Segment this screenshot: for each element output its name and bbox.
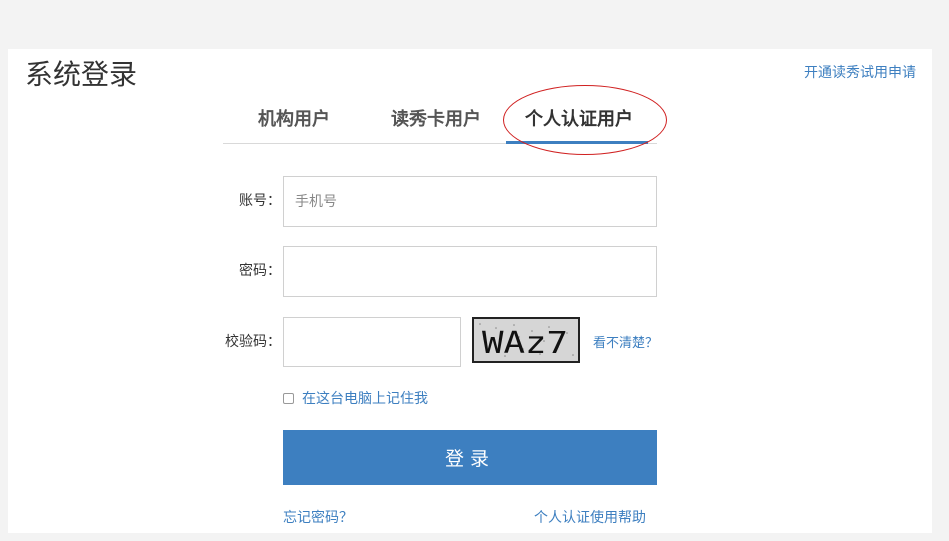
captcha-input[interactable] [283, 317, 461, 367]
tab-card-user[interactable]: 读秀卡用户 [391, 106, 481, 134]
tab-personal-user[interactable]: 个人认证用户 [525, 106, 633, 134]
remember-label: 在这台电脑上记住我 [302, 391, 428, 407]
active-tab-indicator [506, 141, 648, 144]
captcha-text: WAz7 [482, 326, 568, 361]
remember-me[interactable]: 在这台电脑上记住我 [283, 388, 428, 408]
tab-institution-user[interactable]: 机构用户 [258, 106, 330, 134]
password-input[interactable] [283, 246, 657, 297]
account-label: 账号： [239, 193, 281, 209]
account-input[interactable] [283, 176, 657, 227]
captcha-label: 校验码： [225, 334, 281, 350]
login-type-tabs: 机构用户 读秀卡用户 个人认证用户 [223, 85, 667, 155]
trial-apply-link[interactable]: 开通读秀试用申请 [804, 62, 916, 82]
login-panel: 系统登录 开通读秀试用申请 机构用户 读秀卡用户 个人认证用户 账号： 密码： … [8, 49, 932, 533]
page-title: 系统登录 [25, 58, 138, 91]
help-link[interactable]: 个人认证使用帮助 [534, 507, 646, 527]
captcha-image[interactable]: WAz7 [472, 317, 580, 363]
captcha-refresh-link[interactable]: 看不清楚？ [593, 332, 658, 351]
login-button[interactable]: 登录 [283, 430, 657, 485]
forgot-password-link[interactable]: 忘记密码？ [283, 507, 353, 527]
remember-checkbox[interactable] [283, 392, 294, 404]
password-label: 密码： [239, 263, 281, 279]
